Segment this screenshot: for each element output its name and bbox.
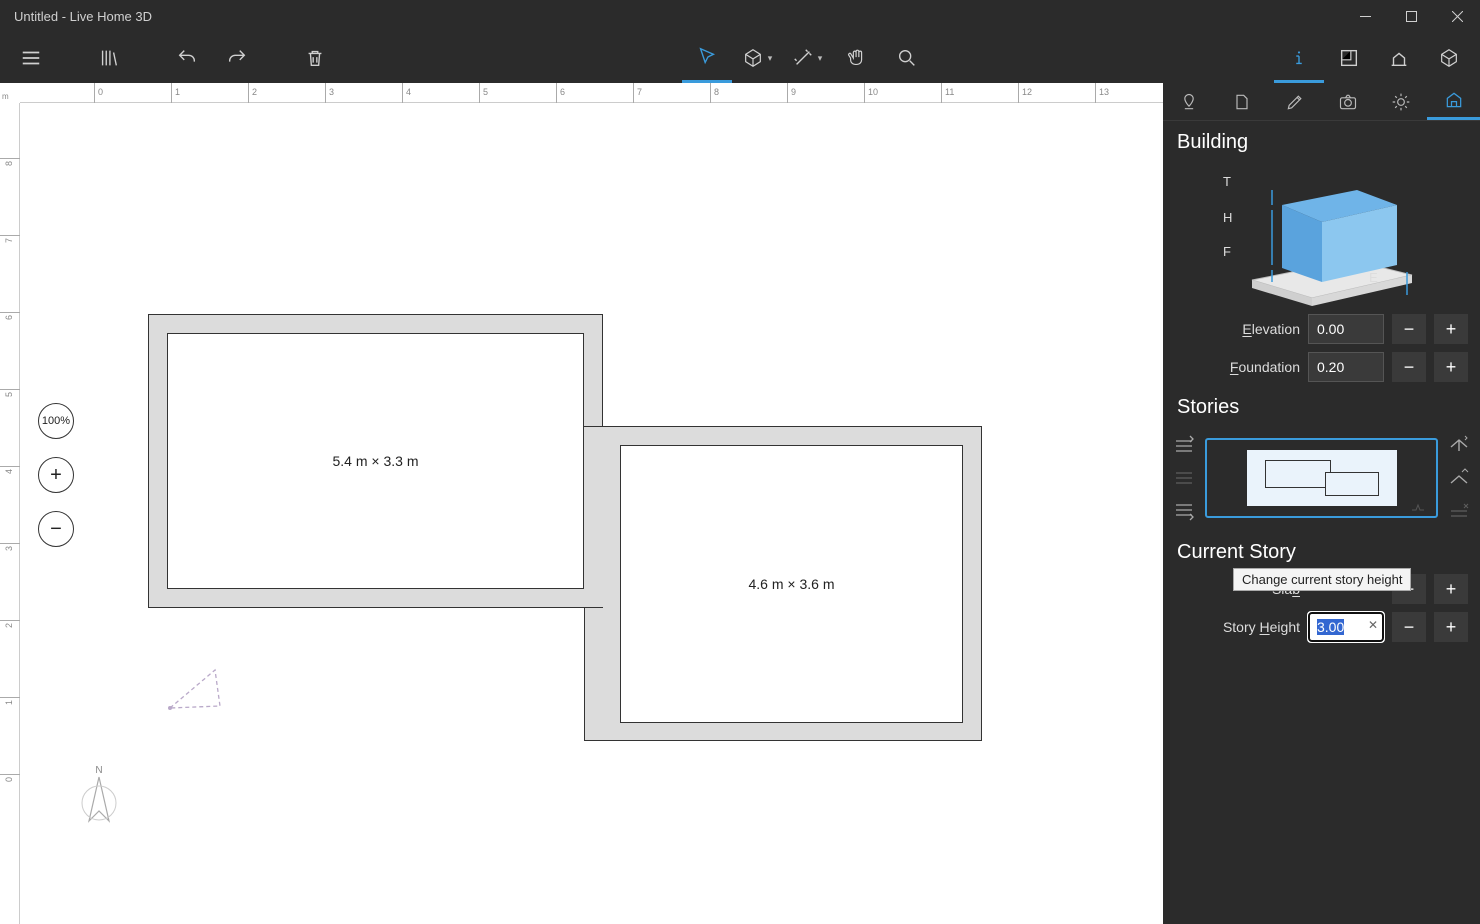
foundation-label: Foundation <box>1175 359 1300 375</box>
tab-materials[interactable] <box>1216 83 1269 120</box>
3d-view[interactable] <box>1424 33 1474 83</box>
story-height-label: Story Height <box>1175 619 1300 635</box>
delete-story-icon[interactable] <box>1448 501 1470 523</box>
elevation-input[interactable] <box>1308 314 1384 344</box>
add-story-above-icon[interactable] <box>1173 433 1195 455</box>
building-heading: Building <box>1163 121 1480 160</box>
add-story-below-icon[interactable] <box>1173 501 1195 523</box>
tooltip: Change current story height <box>1233 568 1411 591</box>
undo-button[interactable] <box>162 33 212 83</box>
svg-text:N: N <box>95 765 102 776</box>
elevation-view[interactable] <box>1374 33 1424 83</box>
window-title: Untitled - Live Home 3D <box>14 9 152 24</box>
zoom-level[interactable]: 100% <box>38 403 74 439</box>
foundation-minus[interactable]: − <box>1392 352 1426 382</box>
titlebar: Untitled - Live Home 3D <box>0 0 1480 33</box>
ruler-vertical: 8 7 6 5 4 3 2 1 0 <box>0 103 20 924</box>
tab-object[interactable] <box>1163 83 1216 120</box>
redo-button[interactable] <box>212 33 262 83</box>
story-preview[interactable] <box>1205 438 1438 518</box>
tab-camera[interactable] <box>1321 83 1374 120</box>
build-tool[interactable]: ▾ <box>732 33 782 83</box>
tab-edit[interactable] <box>1269 83 1322 120</box>
inspector-panel: Building T H F E Elevat <box>1163 83 1480 924</box>
room-1[interactable]: 5.4 m × 3.3 m <box>167 333 584 589</box>
inspector-subtabs <box>1163 83 1480 121</box>
room-1-label: 5.4 m × 3.3 m <box>333 453 419 469</box>
clear-icon[interactable]: ✕ <box>1368 618 1378 632</box>
elevation-plus[interactable]: + <box>1434 314 1468 344</box>
toolbar: ▾ ▾ <box>0 33 1480 83</box>
pan-tool[interactable] <box>832 33 882 83</box>
delete-button[interactable] <box>290 33 340 83</box>
foundation-plus[interactable]: + <box>1434 352 1468 382</box>
current-story-heading: Current Story <box>1163 531 1480 570</box>
ruler-horizontal: 0 1 2 3 4 5 6 7 8 9 10 11 12 13 <box>20 83 1163 103</box>
elevation-minus[interactable]: − <box>1392 314 1426 344</box>
foundation-input[interactable] <box>1308 352 1384 382</box>
roof-up-icon[interactable] <box>1448 467 1470 489</box>
canvas[interactable]: 5.4 m × 3.3 m 4.6 m × 3.6 m 100% + − N <box>20 103 1163 924</box>
room-2-label: 4.6 m × 3.6 m <box>749 576 835 592</box>
compass-icon[interactable]: N <box>75 763 123 833</box>
close-button[interactable] <box>1434 0 1480 33</box>
info-view[interactable] <box>1274 33 1324 83</box>
library-button[interactable] <box>84 33 134 83</box>
room-2[interactable]: 4.6 m × 3.6 m <box>620 445 963 723</box>
slab-plus[interactable]: + <box>1434 574 1468 604</box>
minimize-button[interactable] <box>1342 0 1388 33</box>
building-diagram: T H F E <box>1163 160 1480 310</box>
magic-tool[interactable]: ▾ <box>782 33 832 83</box>
tab-building[interactable] <box>1427 83 1480 120</box>
zoom-in-button[interactable]: + <box>38 457 74 493</box>
zoom-out-button[interactable]: − <box>38 511 74 547</box>
camera-icon[interactable] <box>160 658 230 718</box>
duplicate-story-icon[interactable] <box>1173 467 1195 489</box>
story-height-plus[interactable]: + <box>1434 612 1468 642</box>
2d-view[interactable] <box>1324 33 1374 83</box>
canvas-area[interactable]: m 0 1 2 3 4 5 6 7 8 9 10 11 12 13 8 7 6 … <box>0 83 1163 924</box>
maximize-button[interactable] <box>1388 0 1434 33</box>
ruler-corner: m <box>0 83 20 103</box>
story-height-minus[interactable]: − <box>1392 612 1426 642</box>
add-roof-icon[interactable] <box>1448 433 1470 455</box>
menu-button[interactable] <box>6 33 56 83</box>
stories-heading: Stories <box>1163 386 1480 425</box>
tab-light[interactable] <box>1374 83 1427 120</box>
search-tool[interactable] <box>882 33 932 83</box>
select-tool[interactable] <box>682 33 732 83</box>
elevation-label: Elevation <box>1175 321 1300 337</box>
